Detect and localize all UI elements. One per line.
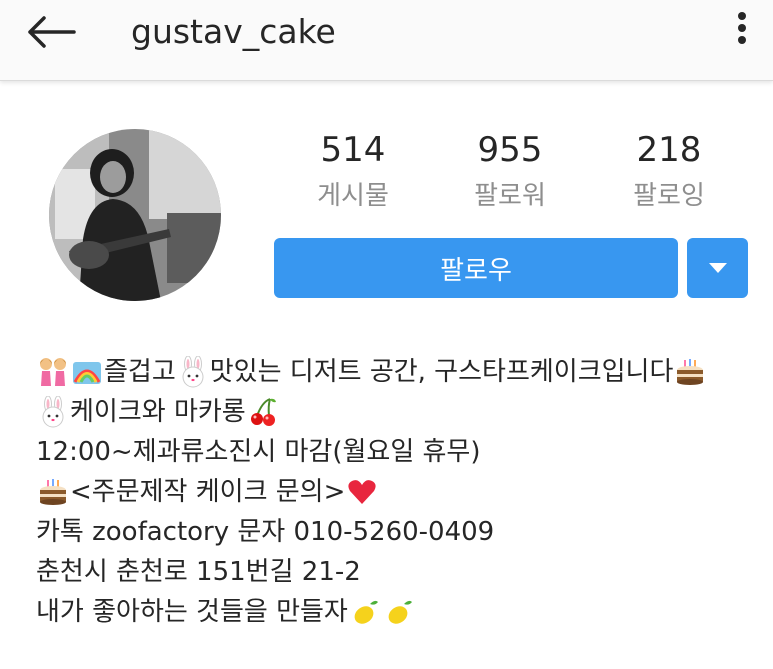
bio-line-6-text: 춘천시 춘천로 151번길 21-2 [36,557,361,587]
avatar[interactable] [49,129,221,301]
rabbit-face-icon [182,356,204,388]
following-count: 218 [636,130,702,170]
rabbit-face-icon [42,396,64,428]
birthday-cake-icon [677,359,704,385]
triangle-down-icon [708,263,727,273]
arrow-left-icon [28,16,76,48]
stat-posts[interactable]: 514 게시물 [288,128,418,216]
back-button[interactable] [22,12,78,52]
profile-username: gustav_cake [131,12,336,51]
more-options-button[interactable] [728,10,756,50]
lemon-icon [354,600,378,624]
suggested-accounts-dropdown-button[interactable] [687,238,748,298]
posts-count: 514 [320,130,386,170]
bio-line-1: 즐겁고 맛있는 디저트 공간, 구스타프케이크입니다 [36,352,766,392]
followers-label: 팔로워 [474,181,546,211]
red-heart-icon [348,480,376,504]
bio-line-3-text: 12:00~제과류소진시 마감(월요일 휴무) [36,437,481,467]
bio-line-7-text: 내가 좋아하는 것들을 만들자 [36,597,348,627]
bio-line-4: <주문제작 케이크 문의> [36,472,766,512]
bio-line-6: 춘천시 춘천로 151번길 21-2 [36,552,766,592]
posts-label: 게시물 [317,181,389,211]
follow-button-label: 팔로우 [440,255,512,286]
profile-bio: 즐겁고 맛있는 디저트 공간, 구스타프케이크입니다 케이크와 마카롱 12:0… [36,352,766,632]
rainbow-icon [73,362,101,384]
cherries-icon [250,398,276,426]
stat-following[interactable]: 218 팔로잉 [604,128,734,216]
profile-photo [49,129,221,301]
stat-followers[interactable]: 955 팔로워 [445,128,575,216]
birthday-cake-icon [40,479,66,505]
top-app-bar: gustav_cake [0,0,773,81]
follow-button[interactable]: 팔로우 [274,238,678,298]
bio-line-1-text-b: 맛있는 디저트 공간, 구스타프케이크입니다 [209,357,674,387]
following-label: 팔로잉 [633,181,705,211]
bio-line-3: 12:00~제과류소진시 마감(월요일 휴무) [36,432,766,472]
bio-line-1-text-a: 즐겁고 [104,357,176,387]
lemon-icon [388,600,412,624]
bio-line-5-text: 카톡 zoofactory 문자 010-5260-0409 [36,517,495,547]
bio-line-2-text: 케이크와 마카롱 [70,397,246,427]
bio-line-5: 카톡 zoofactory 문자 010-5260-0409 [36,512,766,552]
two-girls-icon [40,358,66,386]
more-vertical-icon [728,12,756,44]
bio-line-4-text: <주문제작 케이크 문의> [70,477,346,507]
bio-line-2: 케이크와 마카롱 [36,392,766,432]
bio-line-7: 내가 좋아하는 것들을 만들자 [36,592,766,632]
followers-count: 955 [477,130,543,170]
